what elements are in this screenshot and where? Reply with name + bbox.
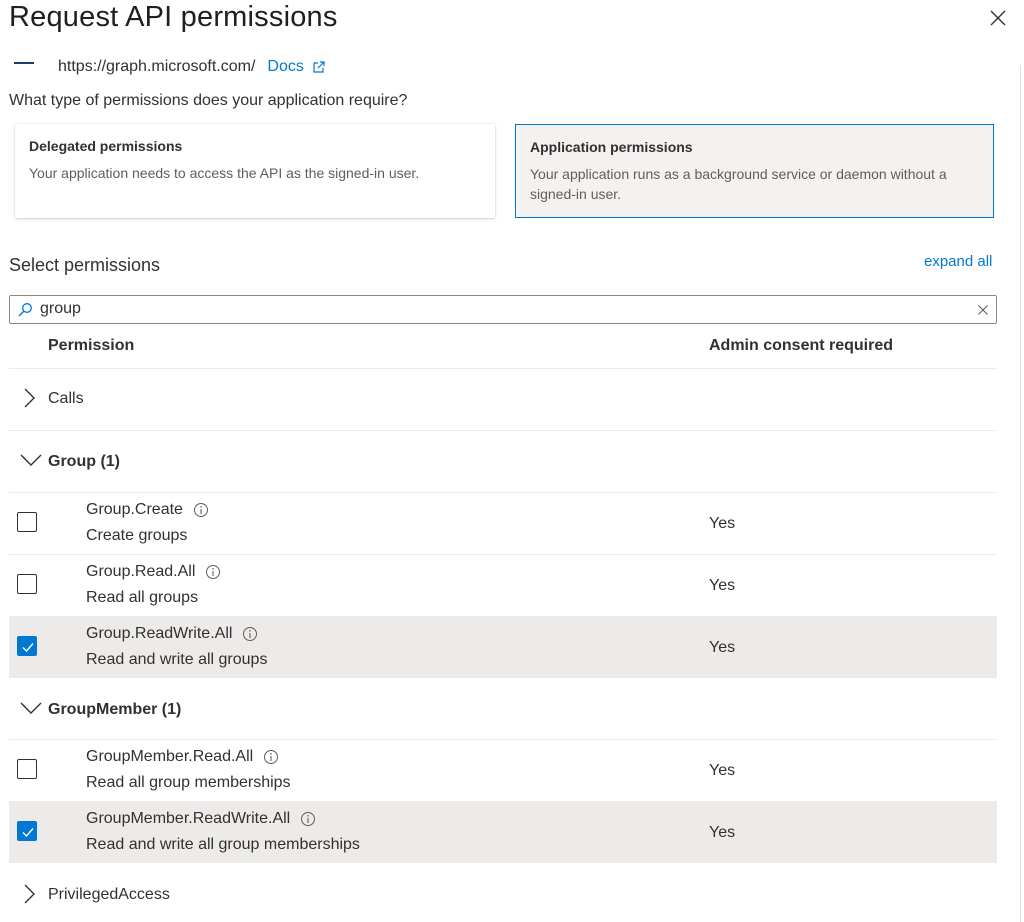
permission-checkbox[interactable]: [17, 759, 37, 779]
column-header-admin-consent: Admin consent required: [709, 337, 894, 354]
permission-type-question: What type of permissions does your appli…: [9, 92, 408, 109]
api-info-row: https://graph.microsoft.com/ Docs: [0, 52, 1000, 76]
info-icon[interactable]: [263, 749, 279, 765]
group-label: Group (1): [48, 453, 120, 470]
card-title: Application permissions: [530, 139, 693, 155]
search-input[interactable]: [40, 299, 940, 319]
permission-checkbox[interactable]: [17, 636, 37, 656]
permission-name-wrap: GroupMember.ReadWrite.All: [86, 810, 316, 828]
permission-description: Read all group memberships: [86, 774, 291, 791]
info-icon[interactable]: [300, 811, 316, 827]
card-description: Your application runs as a background se…: [530, 166, 947, 202]
external-link-icon: [313, 61, 325, 73]
column-header-permission: Permission: [48, 337, 135, 354]
chevron-right-icon: [24, 884, 35, 904]
search-box: [9, 295, 997, 324]
permission-name: GroupMember.Read.All: [86, 748, 254, 765]
select-permissions-label: Select permissions: [9, 255, 161, 275]
card-description: Your application needs to access the API…: [29, 165, 420, 181]
info-icon[interactable]: [205, 564, 221, 580]
delegated-permissions-card[interactable]: Delegated permissions Your application n…: [15, 124, 495, 218]
chevron-down-icon: [20, 454, 42, 466]
clear-search-icon[interactable]: [977, 304, 989, 316]
close-button[interactable]: [986, 6, 1010, 30]
application-permissions-card[interactable]: Application permissions Your application…: [515, 124, 994, 218]
permission-row-groupmember-readwrite-all[interactable]: GroupMember.ReadWrite.All Read and write…: [9, 802, 997, 863]
group-row-calls[interactable]: Calls: [9, 370, 997, 426]
scrollbar-track[interactable]: [1020, 66, 1021, 922]
permission-name: Group.Create: [86, 501, 183, 518]
checkmark-icon: [22, 828, 34, 838]
admin-consent-value: Yes: [709, 762, 736, 779]
admin-consent-value: Yes: [709, 824, 736, 841]
permission-name: GroupMember.ReadWrite.All: [86, 810, 291, 827]
api-logo: [14, 62, 34, 64]
permission-name-wrap: Group.Read.All: [86, 563, 221, 581]
expand-all-link[interactable]: expand all: [924, 253, 992, 270]
permission-checkbox[interactable]: [17, 574, 37, 594]
permission-description: Read and write all groups: [86, 651, 268, 668]
close-icon: [990, 10, 1006, 26]
group-label: Calls: [48, 390, 84, 407]
group-label: PrivilegedAccess: [48, 886, 170, 903]
permission-checkbox[interactable]: [17, 821, 37, 841]
checkmark-icon: [22, 643, 34, 653]
permission-row-group-readwrite-all[interactable]: Group.ReadWrite.All Read and write all g…: [9, 617, 997, 678]
group-row-groupmember[interactable]: GroupMember (1): [9, 680, 997, 736]
permission-row-groupmember-read-all[interactable]: GroupMember.Read.All Read all group memb…: [9, 740, 997, 801]
permission-row-group-create[interactable]: Group.Create Create groups Yes: [9, 493, 997, 554]
permission-description: Read all groups: [86, 589, 199, 606]
docs-link[interactable]: Docs: [267, 58, 325, 76]
group-row-privilegedaccess[interactable]: PrivilegedAccess: [9, 866, 997, 922]
permission-name: Group.ReadWrite.All: [86, 625, 233, 642]
dialog-title: Request API permissions: [9, 1, 338, 33]
search-icon: [18, 303, 32, 317]
divider: [9, 368, 997, 369]
info-icon[interactable]: [242, 626, 258, 642]
card-title: Delegated permissions: [29, 138, 183, 154]
divider: [9, 430, 997, 431]
info-icon[interactable]: [193, 502, 209, 518]
permission-row-group-read-all[interactable]: Group.Read.All Read all groups Yes: [9, 555, 997, 616]
permission-name-wrap: Group.ReadWrite.All: [86, 625, 258, 643]
chevron-down-icon: [20, 702, 42, 714]
permission-name-wrap: GroupMember.Read.All: [86, 748, 279, 766]
chevron-right-icon: [24, 388, 35, 408]
group-label: GroupMember (1): [48, 701, 182, 718]
admin-consent-value: Yes: [709, 515, 736, 532]
admin-consent-value: Yes: [709, 577, 736, 594]
permission-description: Read and write all group memberships: [86, 836, 360, 853]
permission-name-wrap: Group.Create: [86, 501, 209, 519]
api-url: https://graph.microsoft.com/: [58, 58, 256, 75]
docs-link-label: Docs: [267, 58, 304, 75]
permission-description: Create groups: [86, 527, 188, 544]
admin-consent-value: Yes: [709, 639, 736, 656]
permission-checkbox[interactable]: [17, 512, 37, 532]
group-row-group[interactable]: Group (1): [9, 432, 997, 488]
permission-name: Group.Read.All: [86, 563, 196, 580]
